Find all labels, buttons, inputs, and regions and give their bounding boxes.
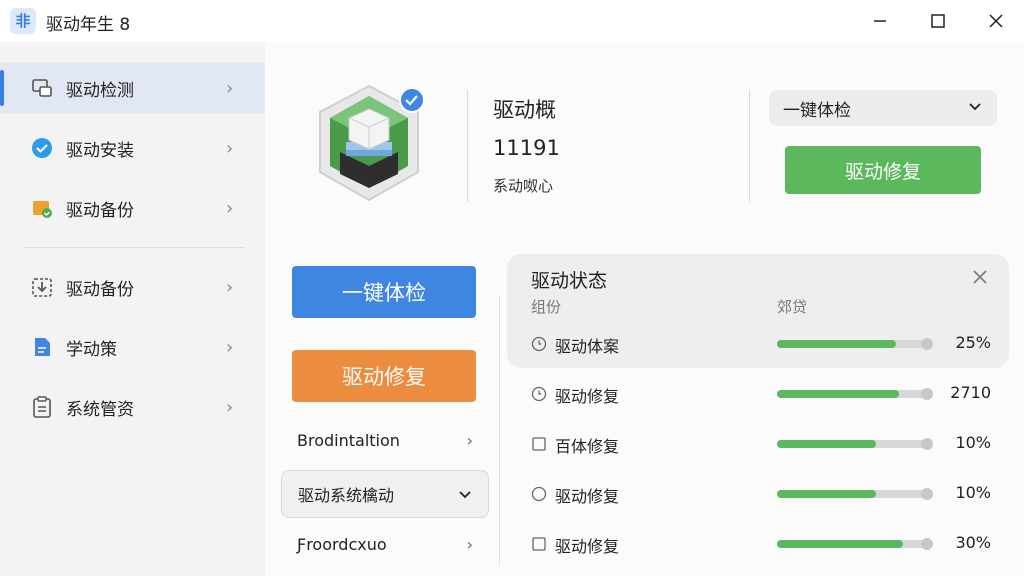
divider [467, 90, 468, 202]
progress-bar [777, 338, 933, 350]
overview-subtitle: 系动呶心 [493, 177, 554, 195]
panel-title: 驱动状态 [531, 270, 608, 292]
chevron-right-icon: › [226, 197, 234, 219]
monitor-scan-icon [30, 76, 54, 100]
sidebar-item-driver-detect[interactable]: 驱动检测 › [0, 62, 265, 114]
chevron-right-icon: › [226, 276, 234, 298]
sidebar-item-label: 驱动备份 [66, 200, 134, 221]
sidebar-item-system-manage[interactable]: 系统管资 › [0, 381, 265, 433]
status-row-label: 驱动修复 [555, 487, 620, 506]
chevron-down-icon [969, 103, 981, 111]
driver-status-panel: 驱动状态 组份 郊贷 驱动体案 25% 驱动修复 2710 百体修复 10% 驱… [507, 254, 1009, 576]
progress-knob [921, 388, 933, 400]
submenu-label: 驱动系统檎动 [298, 486, 395, 505]
submenu-label: Brodintaltion [297, 430, 400, 450]
sidebar-item-driver-install[interactable]: 驱动安装 › [0, 122, 265, 174]
chevron-right-icon: › [226, 336, 234, 358]
progress-knob [921, 538, 933, 550]
chevron-right-icon: › [466, 534, 473, 554]
column-header-name: 组份 [531, 298, 562, 316]
circle-clock-icon [531, 336, 547, 352]
sidebar-divider [24, 247, 244, 248]
close-button[interactable] [976, 6, 1016, 36]
circle-clock-icon [531, 386, 547, 402]
driver-logo-icon [319, 84, 425, 202]
close-icon[interactable] [969, 266, 991, 288]
submenu-label: Ƒroordcxuo [297, 534, 387, 554]
square-check-icon [532, 537, 546, 551]
overview-title: 驱动概 [493, 98, 556, 122]
progress-fill [777, 490, 876, 498]
submenu-item[interactable]: Ƒroordcxuo › [281, 520, 489, 568]
sidebar-item-label: 驱动备份 [66, 279, 134, 300]
progress-fill [777, 340, 897, 348]
circle-icon [531, 486, 547, 502]
progress-knob [921, 488, 933, 500]
submenu-item[interactable]: Brodintaltion › [281, 416, 489, 464]
progress-bar [777, 388, 933, 400]
status-row-value: 25% [955, 333, 991, 352]
maximize-button[interactable] [918, 6, 958, 36]
progress-knob [921, 338, 933, 350]
minimize-icon [874, 20, 886, 22]
minimize-button[interactable] [860, 6, 900, 36]
progress-bar [777, 488, 933, 500]
status-row[interactable]: 驱动体案 25% [507, 324, 1009, 364]
download-box-icon [30, 275, 54, 299]
chevron-right-icon: › [226, 396, 234, 418]
backup-folder-icon [30, 196, 54, 220]
status-row-value: 10% [955, 483, 991, 502]
document-icon [30, 335, 54, 359]
sidebar-item-strategy[interactable]: 学动策 › [0, 321, 265, 373]
status-row[interactable]: 驱动修复 10% [507, 474, 1009, 514]
sidebar-item-label: 驱动检测 [66, 80, 134, 101]
clipboard-icon [30, 395, 54, 419]
close-icon [989, 14, 1003, 28]
status-row-label: 驱动修复 [555, 537, 620, 556]
chevron-right-icon: › [226, 137, 234, 159]
status-row-value: 30% [955, 533, 991, 552]
sidebar: 驱动检测 › 驱动安装 › 驱动备份 › 驱动备份 › 学动策 › 系统管资 › [0, 42, 265, 576]
progress-fill [777, 540, 904, 548]
driver-repair-button[interactable]: 驱动修复 [785, 146, 981, 194]
main-content: 驱动概 11191 系动呶心 一键体检 驱动修复 一键体检 驱动修复 Brodi… [265, 42, 1024, 576]
divider [749, 90, 750, 202]
driver-repair-orange-button[interactable]: 驱动修复 [292, 350, 476, 402]
scan-mode-dropdown[interactable]: 一键体检 [769, 90, 997, 126]
status-row[interactable]: 驱动修复 30% [507, 524, 1009, 564]
maximize-icon [931, 14, 945, 28]
status-row-label: 驱动修复 [555, 387, 620, 406]
check-circle-icon [30, 136, 54, 160]
app-logo-icon: 非 [10, 8, 36, 34]
dropdown-value: 一键体检 [783, 100, 851, 121]
chevron-right-icon: › [226, 77, 234, 99]
chevron-right-icon: › [466, 430, 473, 450]
overview-number: 11191 [493, 136, 560, 160]
title-bar: 非 驱动年生 8 [0, 0, 1024, 42]
progress-bar [777, 538, 933, 550]
status-row-label: 驱动体案 [555, 337, 620, 356]
sidebar-item-label: 学动策 [66, 339, 117, 360]
sidebar-item-label: 系统管资 [66, 399, 134, 420]
submenu-item[interactable]: 驱动系统檎动 [281, 470, 489, 518]
status-row-value: 10% [955, 433, 991, 452]
column-header-progress: 郊贷 [777, 298, 808, 316]
chevron-down-icon [459, 491, 471, 499]
status-row-value: 2710 [950, 383, 991, 402]
square-check-icon [532, 437, 546, 451]
sidebar-item-label: 驱动安装 [66, 140, 134, 161]
one-click-check-button[interactable]: 一键体检 [292, 266, 476, 318]
divider [499, 296, 500, 566]
window-title: 驱动年生 8 [46, 15, 131, 35]
status-row[interactable]: 百体修复 10% [507, 424, 1009, 464]
progress-bar [777, 438, 933, 450]
sidebar-item-driver-backup[interactable]: 驱动备份 › [0, 182, 265, 234]
status-row-label: 百体修复 [555, 437, 620, 456]
progress-knob [921, 438, 933, 450]
sidebar-item-driver-backup-2[interactable]: 驱动备份 › [0, 261, 265, 313]
progress-fill [777, 440, 876, 448]
progress-fill [777, 390, 900, 398]
status-row[interactable]: 驱动修复 2710 [507, 374, 1009, 414]
